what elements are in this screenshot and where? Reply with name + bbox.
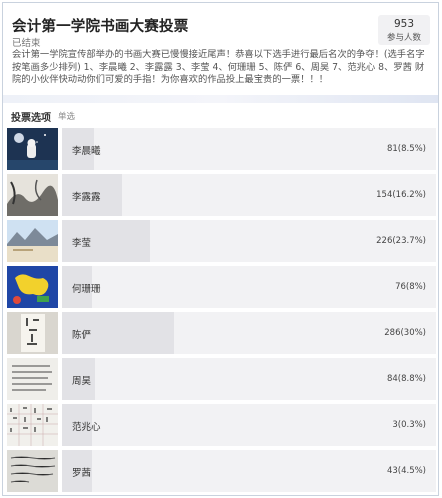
vote-option[interactable]: 何珊珊 76(8%) (3, 265, 438, 309)
vote-option[interactable]: 李晨曦 81(8.5%) (3, 127, 438, 171)
option-name: 范兆心 (72, 422, 101, 433)
artwork-thumbnail[interactable] (7, 128, 58, 170)
header-divider (3, 95, 438, 103)
participant-count-badge: 953 参与人数 (378, 15, 430, 45)
vote-result-bar (62, 312, 436, 354)
option-name: 李晨曦 (72, 146, 101, 157)
option-name: 李莹 (72, 238, 92, 249)
option-vote-stat: 154(16.2%) (376, 190, 426, 200)
vote-result-bar (62, 266, 436, 308)
option-name: 何珊珊 (72, 284, 101, 295)
poll-description: 会计第一学院宣传部举办的书画大赛已慢慢接近尾声！恭喜以下选手进行最后名次的争夺！… (12, 49, 425, 85)
vote-page: 会计第一学院书画大赛投票 已结束 会计第一学院宣传部举办的书画大赛已慢慢接近尾声… (2, 2, 439, 496)
vote-option[interactable]: 陈俨 286(30%) (3, 311, 438, 355)
artwork-thumbnail[interactable] (7, 312, 58, 354)
option-vote-stat: 226(23.7%) (376, 236, 426, 246)
vote-option[interactable]: 范兆心 3(0.3%) (3, 403, 438, 447)
artwork-thumbnail[interactable] (7, 266, 58, 308)
poll-header: 会计第一学院书画大赛投票 已结束 会计第一学院宣传部举办的书画大赛已慢慢接近尾声… (3, 3, 438, 98)
option-vote-stat: 84(8.8%) (386, 374, 426, 384)
options-section-title: 投票选项 (11, 113, 51, 124)
option-vote-stat: 76(8%) (395, 282, 426, 292)
artwork-thumbnail[interactable] (7, 358, 58, 400)
artwork-thumbnail[interactable] (7, 220, 58, 262)
vote-option[interactable]: 李莹 226(23.7%) (3, 219, 438, 263)
vote-option[interactable]: 周昊 84(8.8%) (3, 357, 438, 401)
artwork-thumbnail[interactable] (7, 174, 58, 216)
poll-title: 会计第一学院书画大赛投票 (12, 19, 189, 35)
vote-type-label: 单选 (58, 112, 76, 122)
option-vote-stat: 43(4.5%) (386, 466, 426, 476)
participant-count-label: 参与人数 (386, 33, 421, 43)
vote-result-bar (62, 128, 436, 170)
option-name: 李露露 (72, 192, 101, 203)
option-name: 罗茜 (72, 468, 92, 479)
option-vote-stat: 3(0.3%) (392, 420, 426, 430)
artwork-thumbnail[interactable] (7, 450, 58, 492)
option-vote-stat: 81(8.5%) (386, 144, 426, 154)
vote-option[interactable]: 李露露 154(16.2%) (3, 173, 438, 217)
artwork-thumbnail[interactable] (7, 404, 58, 446)
option-name: 陈俨 (72, 330, 92, 341)
vote-option[interactable]: 罗茜 43(4.5%) (3, 449, 438, 493)
vote-result-bar (62, 358, 436, 400)
option-name: 周昊 (72, 376, 92, 387)
participant-count: 953 (393, 18, 415, 30)
options-section-header: 投票选项 单选 (3, 103, 438, 126)
poll-status: 已结束 (12, 38, 41, 49)
vote-result-bar (62, 450, 436, 492)
option-vote-stat: 286(30%) (384, 328, 426, 338)
vote-result-bar (62, 404, 436, 446)
